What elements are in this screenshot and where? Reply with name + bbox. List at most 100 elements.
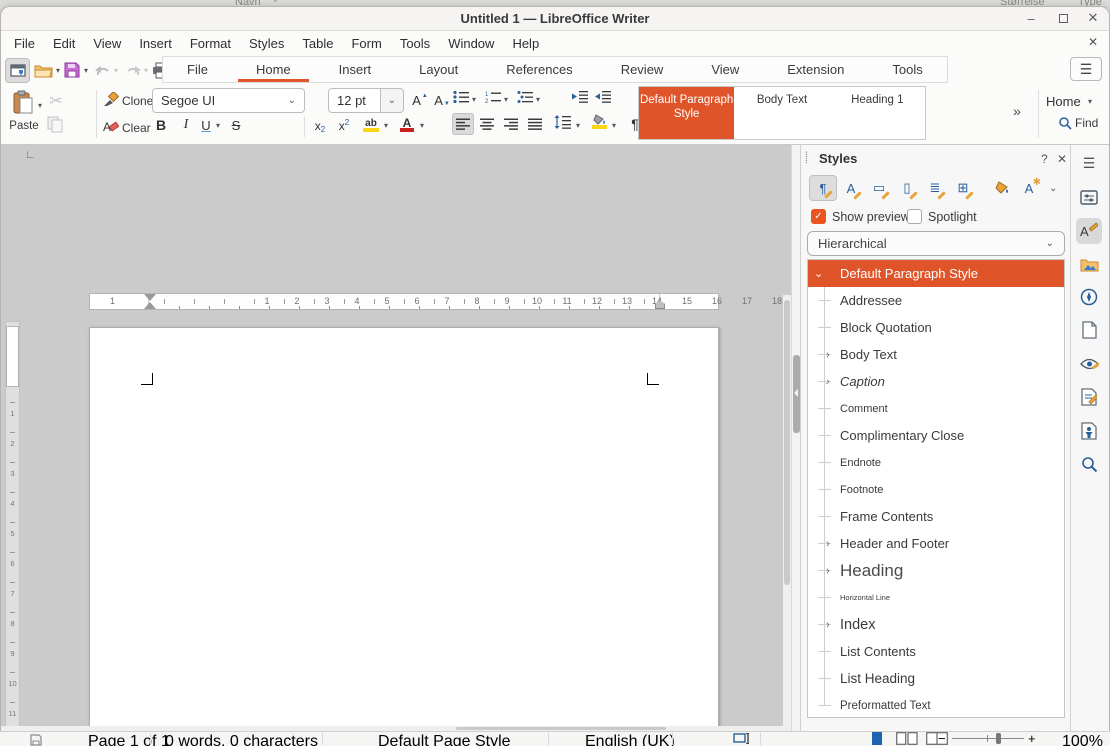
underline-dropdown-caret[interactable]: ▾ <box>216 121 220 130</box>
sidebar-splitter[interactable] <box>791 145 800 731</box>
list-styles-button[interactable]: ≣ <box>921 175 949 201</box>
expander-icon[interactable]: › <box>826 538 830 550</box>
horizontal-ruler[interactable]: 1 123456789101112131415161718 <box>89 293 719 310</box>
style-list-item[interactable]: Preformatted Text <box>808 692 1064 718</box>
sidebar-settings-icon[interactable]: ☰ <box>1076 150 1102 176</box>
style-toolbar-more-chevron[interactable]: ⌄ <box>1049 183 1057 194</box>
style-list-item[interactable]: Complimentary Close <box>808 422 1064 449</box>
page-count[interactable]: Page 1 of 1 <box>88 733 170 746</box>
font-name-chevron-icon[interactable]: ⌄ <box>288 95 296 106</box>
single-page-view-icon[interactable] <box>872 732 882 746</box>
clear-formatting-button[interactable]: A <box>103 119 119 134</box>
notebookbar-tab[interactable]: References <box>482 57 596 82</box>
style-list-item[interactable]: Addressee <box>808 287 1064 314</box>
new-document-button[interactable] <box>5 58 30 83</box>
align-center-button[interactable] <box>476 113 498 135</box>
font-size-combobox[interactable]: 12 pt <box>328 88 381 113</box>
undo-button[interactable] <box>94 59 112 81</box>
style-list-item[interactable]: Endnote <box>808 449 1064 476</box>
notebookbar-tab[interactable]: Extension <box>763 57 868 82</box>
outline-list-caret[interactable]: ▾ <box>536 95 540 104</box>
manage-changes-icon[interactable] <box>1076 384 1102 410</box>
redo-dropdown-caret[interactable]: ▾ <box>144 66 148 75</box>
maximize-button[interactable] <box>1054 9 1072 27</box>
style-list-item[interactable]: Horizontal Line <box>808 584 1064 611</box>
multi-page-view-icon[interactable] <box>896 732 918 746</box>
expander-icon[interactable]: › <box>826 565 830 577</box>
clone-formatting-button[interactable] <box>103 92 119 107</box>
checkbox-unchecked-icon[interactable] <box>907 209 922 224</box>
zoom-level[interactable]: 100% <box>1062 733 1103 746</box>
spotlight-checkbox[interactable]: Spotlight <box>907 209 977 224</box>
menu-item[interactable]: View <box>84 33 130 54</box>
style-chip[interactable]: Heading 1 <box>830 87 925 139</box>
show-previews-checkbox[interactable]: ✓ Show previews <box>811 209 916 224</box>
table-styles-button[interactable]: ⊞ <box>949 175 977 201</box>
cut-icon[interactable]: ✂ <box>46 91 66 111</box>
menu-item[interactable]: Styles <box>240 33 293 54</box>
menu-item[interactable]: Window <box>439 33 503 54</box>
horizontal-scrollbar-thumb[interactable] <box>456 727 666 730</box>
clear-label[interactable]: Clear <box>122 121 151 135</box>
vertical-scrollbar[interactable] <box>783 295 791 746</box>
page-deck-icon[interactable] <box>1076 317 1102 343</box>
vertical-ruler[interactable]: 123456789101112131415 <box>5 321 20 746</box>
decrease-indent-button[interactable] <box>594 90 612 103</box>
font-color-dropdown-caret[interactable]: ▾ <box>420 121 424 130</box>
line-spacing-button[interactable] <box>554 115 572 129</box>
notebookbar-tab[interactable]: View <box>687 57 763 82</box>
save-status-icon[interactable] <box>30 733 42 746</box>
new-style-from-selection-button[interactable]: A✱ <box>1015 175 1043 201</box>
panel-help-button[interactable]: ? <box>1041 152 1048 166</box>
menu-item[interactable]: Form <box>342 33 390 54</box>
word-count[interactable]: 0 words, 0 characters <box>165 733 318 746</box>
paste-label[interactable]: Paste <box>4 120 44 132</box>
expander-icon[interactable]: ⌄ <box>814 267 823 280</box>
zoom-in-button[interactable]: + <box>1028 731 1036 746</box>
notebookbar-tab[interactable]: Layout <box>395 57 482 82</box>
bullet-list-caret[interactable]: ▾ <box>472 95 476 104</box>
minimize-button[interactable]: – <box>1022 9 1040 27</box>
find-button[interactable]: Find <box>1058 116 1098 130</box>
style-list-item[interactable]: Footnote <box>808 476 1064 503</box>
menu-item[interactable]: Insert <box>130 33 181 54</box>
selection-mode-icon[interactable] <box>733 733 749 744</box>
subscript-button[interactable]: x2 <box>310 116 330 136</box>
numbered-list-button[interactable]: 12 <box>485 90 502 104</box>
expander-icon[interactable]: › <box>826 349 830 361</box>
notebookbar-menu-button[interactable]: ☰ <box>1070 57 1102 81</box>
font-size-dropdown[interactable]: ⌄ <box>380 88 404 113</box>
zoom-slider-track[interactable] <box>952 738 1024 739</box>
align-right-button[interactable] <box>500 113 522 135</box>
properties-icon[interactable] <box>1076 184 1102 210</box>
expander-icon[interactable]: › <box>826 619 830 631</box>
shrink-font-button[interactable]: A▼ <box>432 90 452 110</box>
open-dropdown-caret[interactable]: ▾ <box>56 66 60 75</box>
menu-item[interactable]: Format <box>181 33 240 54</box>
style-list-item[interactable]: › Index <box>808 611 1064 638</box>
fill-format-mode-button[interactable] <box>987 175 1015 201</box>
paragraph-background-button[interactable] <box>592 114 607 129</box>
left-indent-marker[interactable] <box>144 302 156 309</box>
find-deck-icon[interactable] <box>1076 451 1102 477</box>
first-line-indent-marker[interactable] <box>144 294 156 301</box>
character-styles-button[interactable]: A <box>837 175 865 201</box>
toolbar-more-button[interactable]: » <box>1006 100 1028 122</box>
style-list-item[interactable]: › Body Text <box>808 341 1064 368</box>
open-button[interactable] <box>34 59 53 81</box>
home-menu-caret[interactable]: ▾ <box>1088 97 1092 106</box>
frame-styles-button[interactable]: ▭ <box>865 175 893 201</box>
titlebar[interactable]: Untitled 1 — LibreOffice Writer <box>1 7 1109 31</box>
bullet-list-button[interactable] <box>453 90 470 104</box>
paste-button[interactable] <box>10 89 36 115</box>
style-list-item[interactable]: Frame Contents <box>808 503 1064 530</box>
page-style[interactable]: Default Page Style <box>378 733 511 746</box>
align-justify-button[interactable] <box>524 113 546 135</box>
menu-item[interactable]: Help <box>503 33 548 54</box>
page-styles-button[interactable]: ▯ <box>893 175 921 201</box>
home-menu-button[interactable]: Home <box>1046 94 1081 109</box>
paragraph-background-caret[interactable]: ▾ <box>612 121 616 130</box>
grow-font-button[interactable]: A▲ <box>410 90 430 110</box>
tab-stop-selector-icon[interactable]: ∟ <box>25 149 36 161</box>
panel-close-button[interactable]: ✕ <box>1057 152 1067 166</box>
